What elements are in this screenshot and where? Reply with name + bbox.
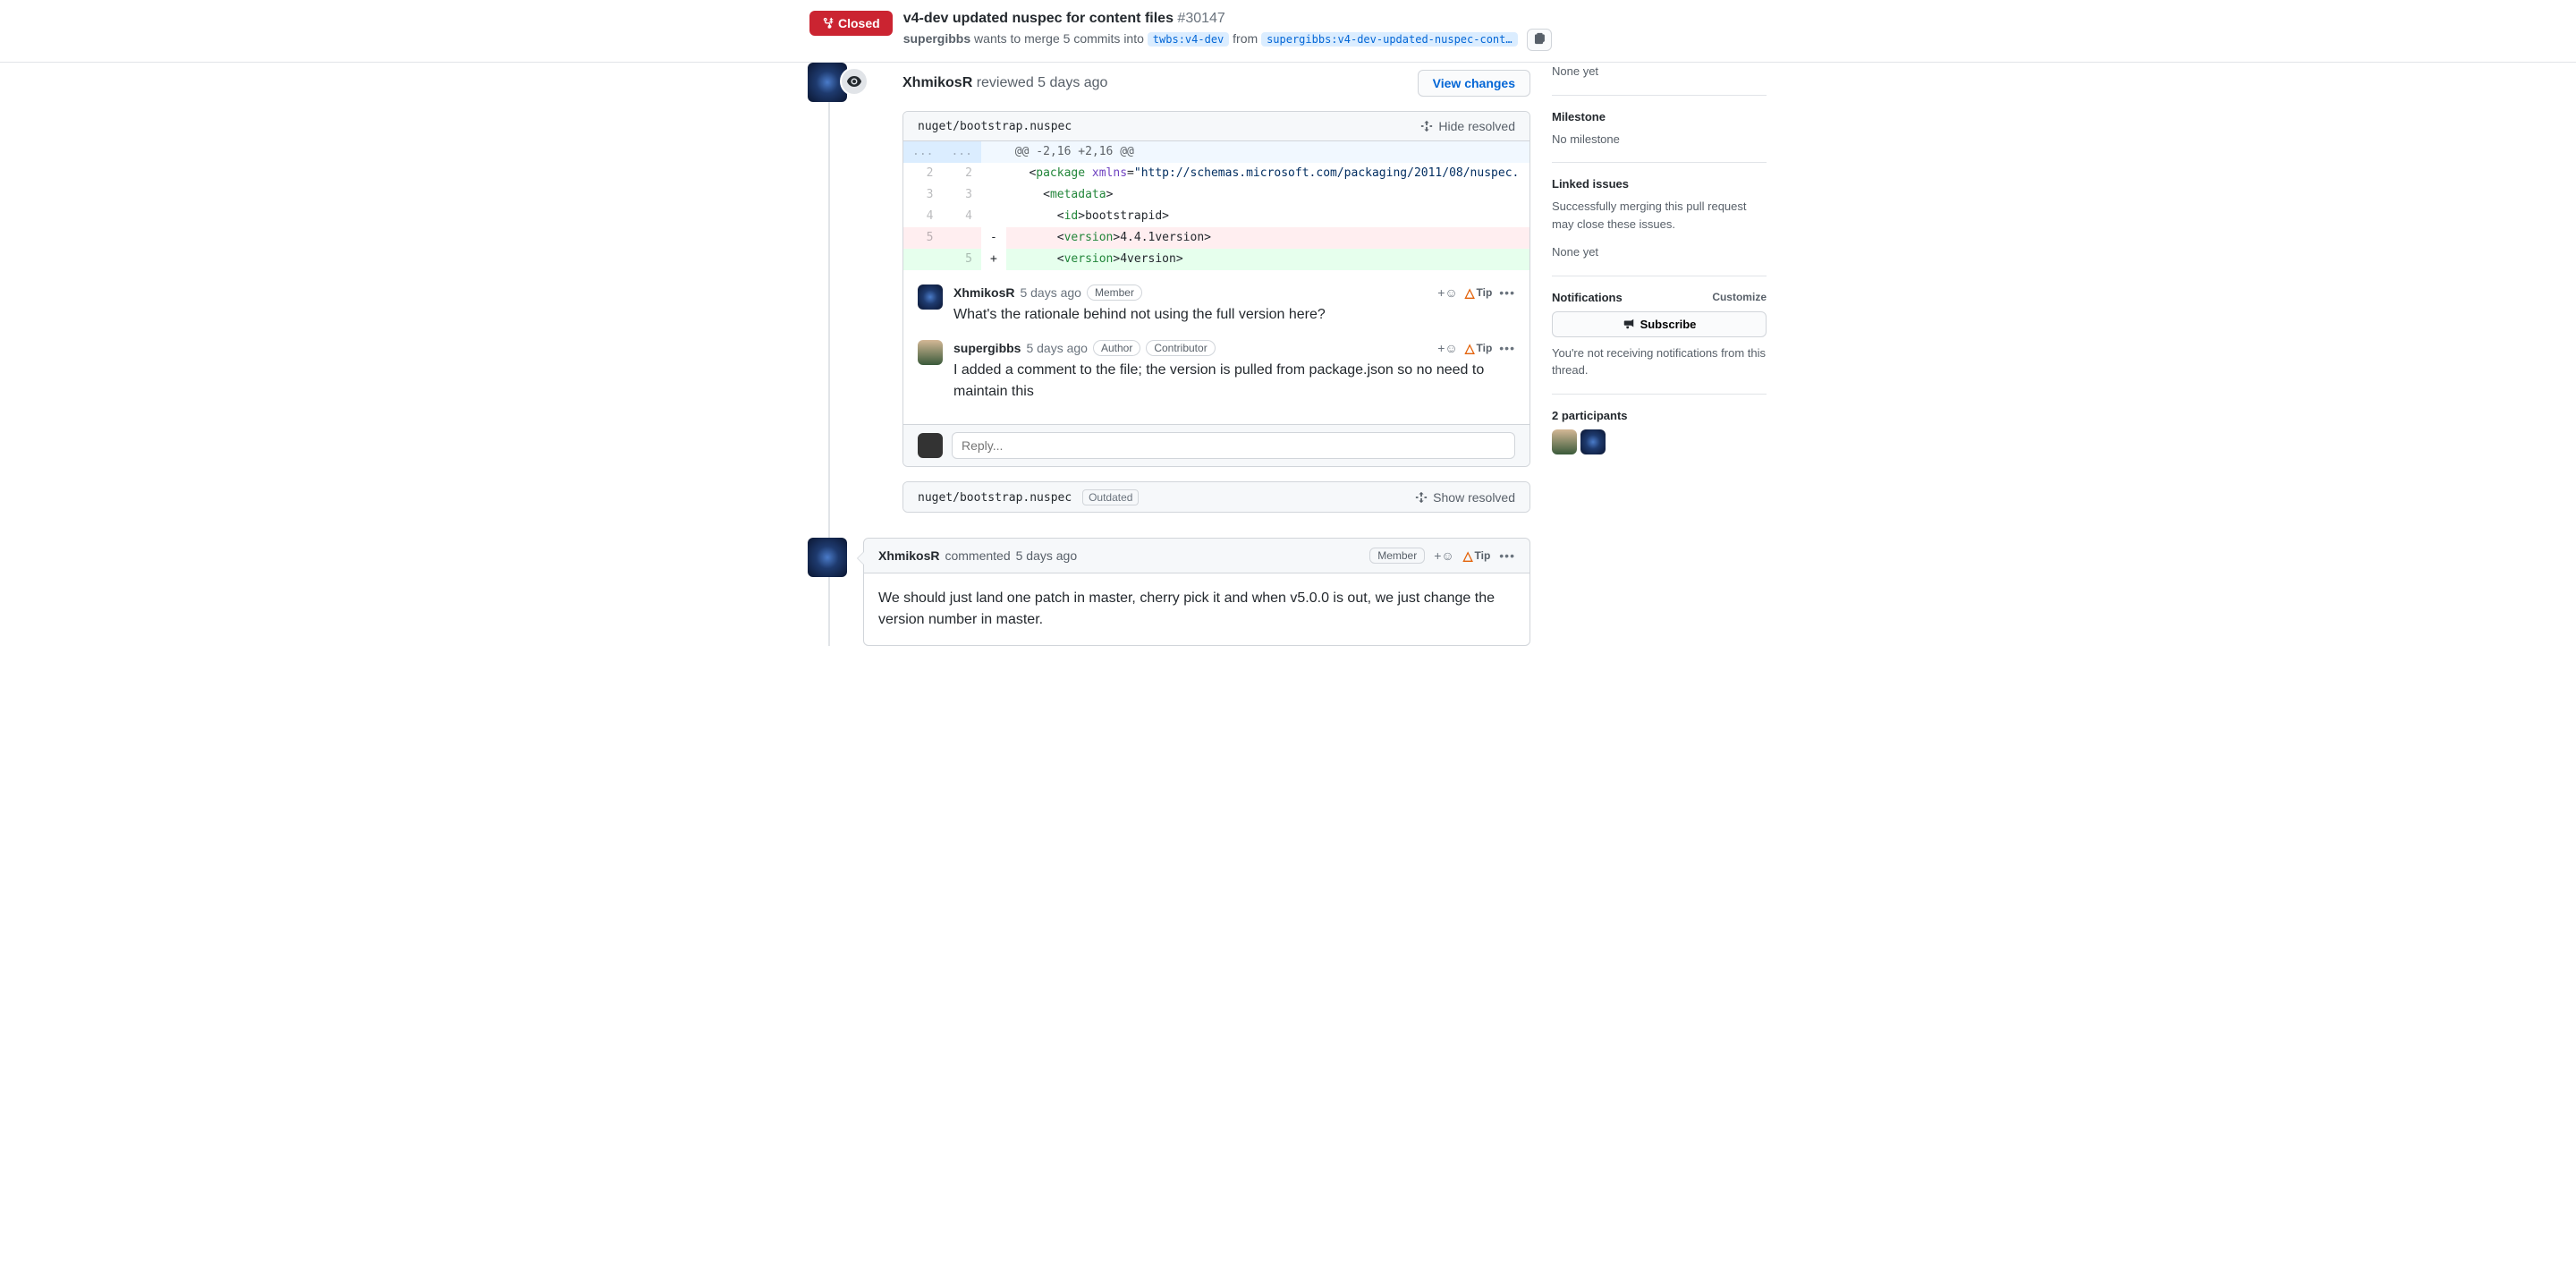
hide-resolved-toggle[interactable]: Hide resolved (1420, 119, 1515, 133)
reply-row (903, 424, 1530, 466)
unfold-icon (1415, 491, 1428, 504)
customize-link[interactable]: Customize (1712, 291, 1767, 303)
participants-heading: 2 participants (1552, 409, 1767, 422)
review-thread: nuget/bootstrap.nuspec Hide resolved ...… (902, 111, 1530, 467)
milestone-heading[interactable]: Milestone (1552, 110, 1767, 123)
role-badge: Member (1369, 548, 1425, 564)
participant-avatar[interactable] (1552, 429, 1577, 454)
eye-icon (847, 74, 861, 89)
pr-header: Closed v4-dev updated nuspec for content… (0, 0, 2576, 63)
kebab-menu[interactable]: ••• (1499, 548, 1515, 563)
reply-input[interactable] (952, 432, 1515, 459)
review-comment: supergibbs 5 days ago Author Contributor… (918, 333, 1515, 410)
tip-icon: △ (1463, 548, 1473, 564)
comment-time[interactable]: 5 days ago (1020, 285, 1081, 300)
show-resolved-toggle[interactable]: Show resolved (1415, 490, 1515, 505)
comment-text: I added a comment to the file; the versi… (953, 360, 1515, 403)
review-author[interactable]: XhmikosR (902, 75, 972, 90)
copy-branch-button[interactable] (1527, 29, 1552, 51)
comment-event: XhmikosR commented 5 days ago Member +☺ … (881, 538, 1530, 646)
file-path[interactable]: nuget/bootstrap.nuspec (918, 120, 1072, 133)
head-branch[interactable]: supergibbs:v4-dev-updated-nuspec-cont… (1261, 32, 1518, 47)
tip-button[interactable]: △ Tip (1465, 341, 1493, 356)
avatar[interactable] (918, 285, 943, 310)
unfold-icon (1420, 120, 1433, 132)
file-path[interactable]: nuget/bootstrap.nuspec (918, 491, 1072, 505)
view-changes-button[interactable]: View changes (1418, 70, 1530, 97)
outdated-thread: nuget/bootstrap.nuspec Outdated Show res… (902, 481, 1530, 513)
kebab-menu[interactable]: ••• (1499, 285, 1515, 300)
comment-body: We should just land one patch in master,… (864, 573, 1530, 645)
pr-title: v4-dev updated nuspec for content files … (903, 11, 1767, 27)
pr-meta: supergibbs wants to merge 5 commits into… (903, 29, 1767, 51)
sidebar: None yet Milestone No milestone Linked i… (1552, 63, 1767, 660)
role-badge: Member (1087, 285, 1142, 301)
review-comment: XhmikosR 5 days ago Member +☺ △ Tip ••• … (918, 277, 1515, 333)
comment-time[interactable]: 5 days ago (1016, 548, 1078, 563)
avatar[interactable] (918, 433, 943, 458)
issue-number: #30147 (1177, 11, 1224, 26)
add-reaction-button[interactable]: +☺ (1437, 341, 1457, 355)
comment-author[interactable]: supergibbs (953, 341, 1021, 355)
expand-hunk[interactable]: ... (903, 141, 942, 163)
base-branch[interactable]: twbs:v4-dev (1148, 32, 1229, 47)
comment-author[interactable]: XhmikosR (878, 548, 939, 563)
status-badge: Closed (809, 11, 893, 36)
linked-issues-heading[interactable]: Linked issues (1552, 177, 1767, 191)
add-reaction-button[interactable]: +☺ (1437, 285, 1457, 300)
subscribe-button[interactable]: Subscribe (1552, 311, 1767, 337)
comment-text: What's the rationale behind not using th… (953, 304, 1515, 326)
role-badge: Author (1093, 340, 1140, 356)
tip-button[interactable]: △ Tip (1465, 285, 1493, 301)
review-time[interactable]: 5 days ago (1038, 75, 1107, 90)
comment-author[interactable]: XhmikosR (953, 285, 1014, 300)
tip-icon: △ (1465, 285, 1475, 301)
milestone-value: No milestone (1552, 131, 1767, 149)
pr-closed-icon (822, 17, 835, 30)
role-badge: Contributor (1146, 340, 1215, 356)
outdated-label: Outdated (1082, 489, 1139, 505)
avatar[interactable] (918, 340, 943, 365)
kebab-menu[interactable]: ••• (1499, 341, 1515, 355)
clipboard-icon (1533, 32, 1546, 45)
comment-time[interactable]: 5 days ago (1026, 341, 1088, 355)
megaphone-icon (1623, 318, 1635, 330)
add-reaction-button[interactable]: +☺ (1434, 548, 1453, 563)
diff-table: ......@@ -2,16 +2,16 @@ 22 <package xmln… (903, 141, 1530, 270)
review-badge-icon (840, 67, 869, 96)
tip-icon: △ (1465, 341, 1475, 356)
participant-avatar[interactable] (1580, 429, 1606, 454)
tip-button[interactable]: △Tip (1463, 548, 1491, 564)
sidebar-none-yet: None yet (1552, 63, 1767, 96)
avatar[interactable] (808, 538, 847, 577)
review-event: XhmikosR reviewed 5 days ago View change… (881, 63, 1530, 513)
notifications-heading: Notifications (1552, 291, 1623, 304)
pr-author[interactable]: supergibbs (903, 31, 970, 46)
status-text: Closed (838, 16, 880, 30)
